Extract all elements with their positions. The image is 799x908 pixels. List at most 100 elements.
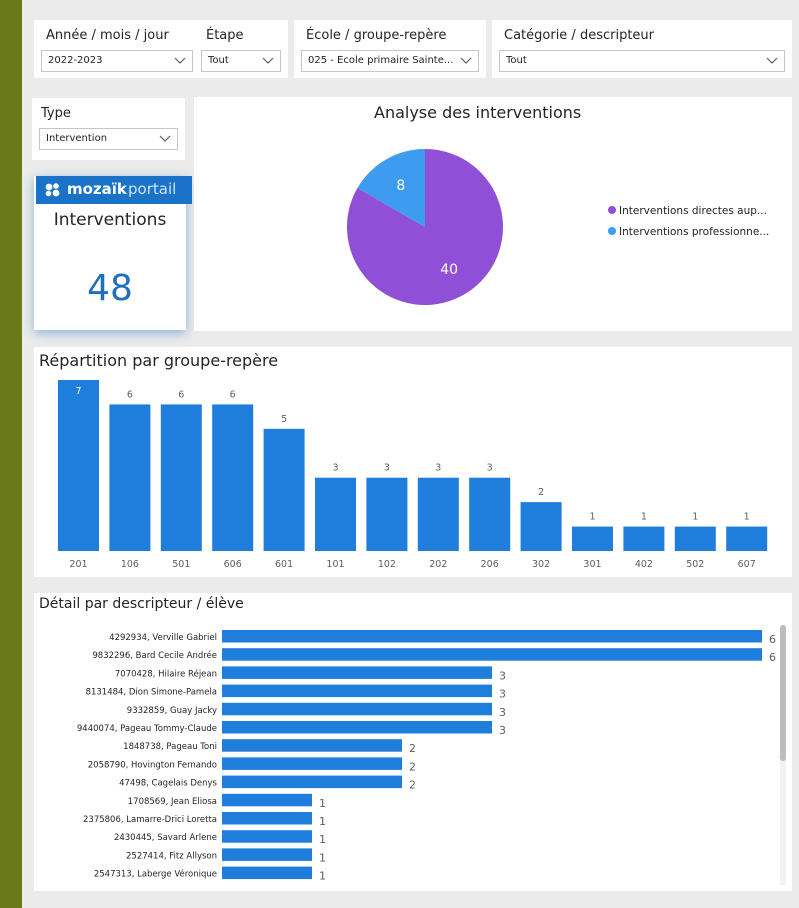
x-tick-label: 302 (532, 559, 550, 570)
bar-502[interactable] (674, 526, 716, 551)
slicer-categorie-label: Catégorie / descripteur (504, 28, 655, 43)
bar-value-label: 7 (75, 386, 81, 397)
bar-value-label: 1 (692, 512, 698, 523)
bar-value-label: 1 (744, 512, 750, 523)
bar-value-label: 3 (332, 463, 338, 474)
legend-dot-icon (608, 227, 616, 235)
chevron-down-icon (262, 54, 274, 66)
y-category-label: 47498, Cagelais Denys (119, 779, 217, 789)
hbar-row[interactable] (222, 666, 492, 679)
legend-dot-icon (608, 206, 616, 214)
hbar-value-label: 3 (499, 688, 506, 701)
pie-slice-value-1: 8 (396, 178, 405, 194)
bar-606[interactable] (212, 404, 254, 551)
hbar-value-label: 2 (409, 760, 416, 773)
x-tick-label: 102 (378, 559, 396, 570)
hbar-row[interactable] (222, 630, 762, 643)
x-tick-label: 101 (326, 559, 344, 570)
chevron-down-icon (159, 132, 171, 144)
slicer-annee: Année / mois / jour 2022-2023 (34, 20, 200, 78)
bar-value-label: 1 (589, 512, 595, 523)
slicer-type: Type Intervention (32, 98, 185, 160)
x-tick-label: 501 (172, 559, 190, 570)
slicer-etape-dropdown[interactable]: Tout (201, 50, 281, 72)
hbar-row[interactable] (222, 848, 312, 861)
scrollbar-track[interactable] (780, 625, 786, 885)
bar-202[interactable] (417, 477, 459, 551)
bar-value-label: 1 (641, 512, 647, 523)
slicer-ecole-label: École / groupe-repère (306, 28, 447, 43)
slicer-ecole-dropdown[interactable]: 025 - École primaire Sainte... (301, 50, 479, 72)
y-category-label: 2527414, Fitz Allyson (126, 851, 217, 861)
bar-value-label: 3 (435, 463, 441, 474)
hbar-row[interactable] (222, 757, 402, 770)
x-tick-label: 201 (69, 559, 87, 570)
scrollbar-thumb[interactable] (780, 625, 786, 761)
y-category-label: 8131484, Dion Simone-Pamela (86, 688, 217, 698)
hbar-value-label: 2 (409, 779, 416, 792)
hbar-row[interactable] (222, 866, 312, 880)
brand-name-light: portail (128, 180, 177, 198)
hbar-row[interactable] (222, 793, 312, 807)
pie-slice-value-0: 40 (440, 262, 458, 278)
pie-legend-item-1[interactable]: Interventions professionne... (608, 226, 769, 238)
bar-302[interactable] (520, 502, 562, 551)
slicer-etape: Étape Tout (194, 20, 288, 78)
bar-102[interactable] (366, 477, 408, 551)
hbar-row[interactable] (222, 684, 492, 698)
bar-101[interactable] (315, 477, 356, 551)
hbar-value-label: 1 (319, 870, 326, 883)
hbar-value-label: 3 (499, 724, 506, 737)
slicer-type-value: Intervention (46, 133, 108, 144)
hbar-value-label: 6 (769, 651, 776, 664)
y-category-label: 9332859, Guay Jacky (127, 706, 217, 716)
hbar-value-label: 2 (409, 742, 416, 755)
hbar-value-label: 1 (319, 833, 326, 846)
y-category-label: 1708569, Jean Eliosa (128, 797, 217, 807)
hbar-row[interactable] (222, 648, 762, 661)
bar-206[interactable] (469, 477, 511, 551)
pie-legend-label-0: Interventions directes aup... (619, 205, 767, 217)
hbar-value-label: 1 (319, 797, 326, 810)
kpi-label: Interventions (53, 210, 167, 230)
hbar-row[interactable] (222, 739, 402, 752)
hbar-row[interactable] (222, 812, 312, 825)
mozaik-logo-icon (44, 182, 62, 198)
hbar-row[interactable] (222, 721, 492, 734)
x-tick-label: 202 (429, 559, 447, 570)
y-category-label: 9832296, Bard Cecile Andrée (92, 650, 217, 661)
hbar-row[interactable] (222, 702, 492, 716)
bar-601[interactable] (263, 428, 305, 551)
y-category-label: 2375806, Lamarre-Drici Loretta (83, 815, 217, 825)
bar-value-label: 6 (230, 389, 236, 400)
bar-106[interactable] (109, 404, 151, 551)
bar-value-label: 6 (127, 389, 133, 400)
hbar-row[interactable] (222, 830, 312, 843)
pie-legend-item-0[interactable]: Interventions directes aup... (608, 205, 767, 217)
x-tick-label: 402 (635, 559, 653, 570)
bar-value-label: 3 (384, 463, 390, 474)
slicer-type-dropdown[interactable]: Intervention (39, 128, 178, 150)
slicer-annee-dropdown[interactable]: 2022-2023 (41, 50, 193, 72)
bar-402[interactable] (623, 526, 665, 551)
y-category-label: 7070428, Hilaire Réjean (115, 668, 217, 679)
brand-banner: mozaïk portail (36, 176, 192, 204)
slicer-categorie-dropdown[interactable]: Tout (499, 50, 785, 72)
descripteur-bar-chart: 4292934, Verville Gabriel 6 9832296, Bard … (77, 630, 776, 883)
x-tick-label: 607 (738, 559, 756, 570)
slicer-ecole: École / groupe-repère 025 - École primai… (294, 20, 486, 78)
chevron-down-icon (174, 54, 186, 66)
bar-value-label: 2 (538, 487, 544, 498)
bar-607[interactable] (726, 526, 768, 551)
slicer-categorie-value: Tout (506, 55, 527, 66)
hbar-value-label: 1 (319, 815, 326, 828)
bar-301[interactable] (572, 526, 613, 551)
groupe-repere-chart-card: Répartition par groupe-repère 7 201 6 106 6 5… (34, 347, 792, 577)
hbar-row[interactable] (222, 775, 402, 789)
bar-501[interactable] (160, 404, 202, 551)
bar-201[interactable] (58, 380, 99, 551)
y-category-label: 2058790, Hovington Fernando (88, 760, 217, 770)
y-category-label: 9440074, Pageau Tommy-Claude (77, 724, 217, 734)
slicer-etape-value: Tout (208, 55, 229, 66)
x-tick-label: 301 (583, 559, 601, 570)
